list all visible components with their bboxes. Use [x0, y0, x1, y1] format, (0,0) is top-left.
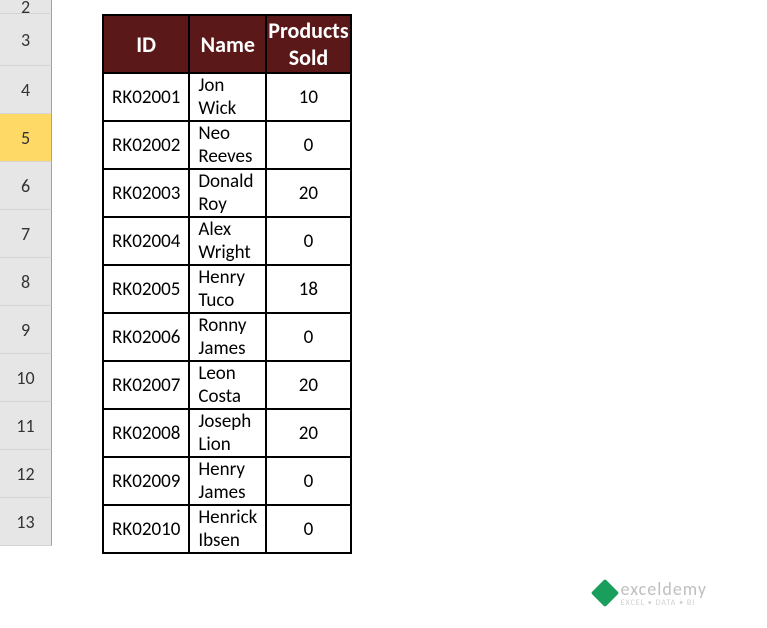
cell-name[interactable]: Henry James: [189, 457, 266, 505]
brand-icon: [590, 579, 618, 607]
cell-id[interactable]: RK02005: [103, 265, 189, 313]
cell-name[interactable]: Henrick Ibsen: [189, 505, 266, 553]
cell-name[interactable]: Ronny James: [189, 313, 266, 361]
table-row: RK02008Joseph Lion20: [103, 409, 351, 457]
cell-sold[interactable]: 0: [266, 217, 350, 265]
row-header[interactable]: 2: [0, 0, 52, 14]
table-row: RK02009Henry James0: [103, 457, 351, 505]
watermark: exceldemy EXCEL • DATA • BI: [595, 578, 707, 608]
table-row: RK02007Leon Costa20: [103, 361, 351, 409]
brand-name: exceldemy: [621, 578, 707, 600]
cell-name[interactable]: Neo Reeves: [189, 121, 266, 169]
cell-id[interactable]: RK02010: [103, 505, 189, 553]
cell-name[interactable]: Jon Wick: [189, 73, 266, 121]
table-header-row: ID Name Products Sold: [103, 15, 351, 73]
header-sold[interactable]: Products Sold: [266, 15, 350, 73]
header-id[interactable]: ID: [103, 15, 189, 73]
cell-id[interactable]: RK02008: [103, 409, 189, 457]
cell-sold[interactable]: 0: [266, 457, 350, 505]
cell-id[interactable]: RK02009: [103, 457, 189, 505]
table-row: RK02003Donald Roy20: [103, 169, 351, 217]
row-header[interactable]: 8: [0, 258, 52, 306]
cell-id[interactable]: RK02003: [103, 169, 189, 217]
table-row: RK02005Henry Tuco18: [103, 265, 351, 313]
data-table: ID Name Products Sold RK02001Jon Wick10R…: [102, 14, 352, 554]
row-header[interactable]: 11: [0, 402, 52, 450]
row-header[interactable]: 7: [0, 210, 52, 258]
cell-id[interactable]: RK02004: [103, 217, 189, 265]
row-header[interactable]: 13: [0, 498, 52, 546]
cell-sold[interactable]: 20: [266, 169, 350, 217]
row-headers: 2 3 4 5 6 7 8 9 10 11 12 13: [0, 0, 52, 546]
row-header-selected[interactable]: 5: [0, 114, 52, 162]
header-name[interactable]: Name: [189, 15, 266, 73]
cell-name[interactable]: Henry Tuco: [189, 265, 266, 313]
table-row: RK02006Ronny James0: [103, 313, 351, 361]
table-row: RK02010Henrick Ibsen0: [103, 505, 351, 553]
brand-tagline: EXCEL • DATA • BI: [621, 598, 707, 608]
table-row: RK02004Alex Wright0: [103, 217, 351, 265]
row-header[interactable]: 9: [0, 306, 52, 354]
cell-sold[interactable]: 0: [266, 505, 350, 553]
row-header[interactable]: 6: [0, 162, 52, 210]
cell-name[interactable]: Donald Roy: [189, 169, 266, 217]
cell-id[interactable]: RK02006: [103, 313, 189, 361]
cell-sold[interactable]: 10: [266, 73, 350, 121]
cell-sold[interactable]: 20: [266, 361, 350, 409]
row-header[interactable]: 4: [0, 66, 52, 114]
cell-sold[interactable]: 18: [266, 265, 350, 313]
row-header[interactable]: 12: [0, 450, 52, 498]
cell-name[interactable]: Leon Costa: [189, 361, 266, 409]
table-row: RK02001Jon Wick10: [103, 73, 351, 121]
cell-sold[interactable]: 0: [266, 313, 350, 361]
cell-sold[interactable]: 0: [266, 121, 350, 169]
cell-id[interactable]: RK02001: [103, 73, 189, 121]
row-header[interactable]: 10: [0, 354, 52, 402]
row-header[interactable]: 3: [0, 14, 52, 66]
table-row: RK02002Neo Reeves0: [103, 121, 351, 169]
cell-id[interactable]: RK02002: [103, 121, 189, 169]
cell-name[interactable]: Alex Wright: [189, 217, 266, 265]
cell-name[interactable]: Joseph Lion: [189, 409, 266, 457]
cell-sold[interactable]: 20: [266, 409, 350, 457]
cell-id[interactable]: RK02007: [103, 361, 189, 409]
